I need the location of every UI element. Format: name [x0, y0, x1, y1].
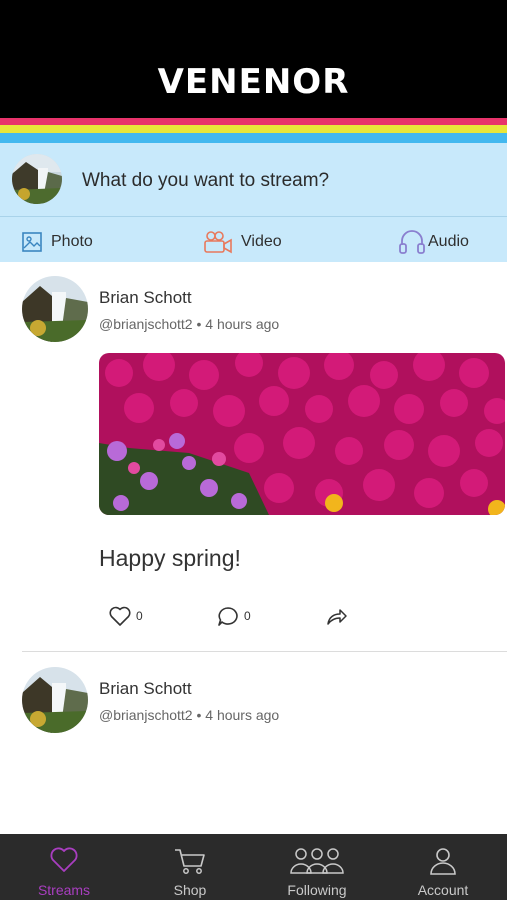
compose-row[interactable]: What do you want to stream? — [0, 143, 507, 217]
flower-photo — [99, 353, 505, 515]
share-button[interactable] — [326, 607, 348, 627]
group-icon — [290, 848, 344, 874]
tab-shop[interactable]: Shop — [127, 834, 253, 900]
stripe-yellow — [0, 125, 507, 133]
compose-panel: What do you want to stream? Photo Video … — [0, 143, 507, 262]
photo-label: Photo — [51, 233, 93, 250]
share-arrow-icon — [327, 609, 347, 625]
bottom-tab-bar: Streams Shop Following Account — [0, 834, 507, 900]
tab-account[interactable]: Account — [380, 834, 506, 900]
tab-following[interactable]: Following — [254, 834, 380, 900]
like-button[interactable]: 0 — [108, 605, 143, 627]
heart-icon — [50, 847, 78, 872]
audio-button[interactable]: Audio — [398, 229, 469, 255]
comment-button[interactable]: 0 — [216, 605, 251, 627]
heart-outline-icon — [109, 606, 131, 626]
like-count: 0 — [136, 609, 143, 623]
app-logo: VENENOR — [157, 62, 350, 102]
author-name[interactable]: Brian Schott — [99, 679, 192, 699]
post-meta: @brianjschott2 • 4 hours ago — [99, 707, 280, 723]
post-text: Happy spring! — [99, 545, 241, 571]
tab-following-label: Following — [287, 882, 347, 898]
author-avatar[interactable] — [22, 667, 88, 733]
tab-shop-label: Shop — [173, 882, 207, 898]
author-name[interactable]: Brian Schott — [99, 288, 192, 308]
post-divider — [22, 651, 507, 652]
comment-bubble-icon — [218, 607, 238, 626]
headphones-icon — [399, 230, 425, 254]
post-card: Brian Schott @brianjschott2 • 4 hours ag… — [0, 653, 507, 773]
tab-streams[interactable]: Streams — [1, 834, 127, 900]
stripe-pink — [0, 118, 507, 125]
author-avatar[interactable] — [22, 276, 88, 342]
audio-label: Audio — [428, 233, 469, 250]
comment-count: 0 — [244, 609, 251, 623]
post-card: Brian Schott @brianjschott2 • 4 hours ag… — [0, 262, 507, 652]
post-meta: @brianjschott2 • 4 hours ago — [99, 316, 280, 332]
post-image[interactable] — [99, 353, 505, 515]
cart-icon — [175, 849, 205, 874]
person-icon — [430, 848, 456, 875]
stripe-blue — [0, 133, 507, 143]
video-label: Video — [241, 233, 282, 250]
tab-streams-label: Streams — [37, 882, 91, 898]
video-button[interactable]: Video — [203, 229, 282, 255]
compose-prompt[interactable]: What do you want to stream? — [82, 170, 329, 192]
tab-account-label: Account — [417, 882, 469, 898]
user-avatar[interactable] — [12, 154, 62, 204]
video-camera-icon — [204, 231, 232, 254]
app-header: VENENOR — [0, 0, 507, 118]
image-icon — [22, 232, 42, 252]
photo-button[interactable]: Photo — [21, 229, 93, 255]
